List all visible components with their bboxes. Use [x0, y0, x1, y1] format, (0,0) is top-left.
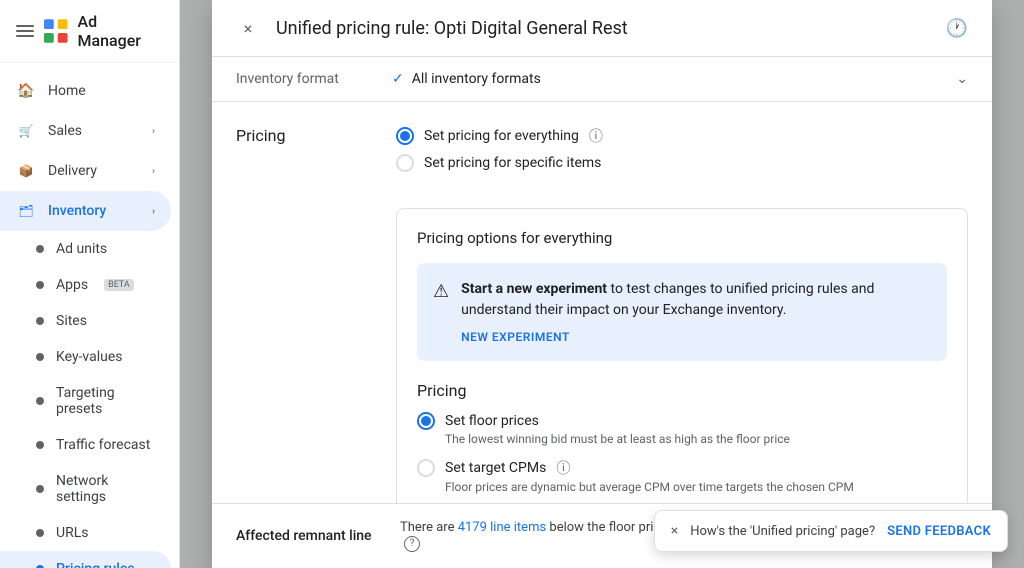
warning-icon: ⚠: [433, 281, 449, 302]
pricing-type-radio-group: Set pricing for everything ⓘ Set pricing…: [396, 126, 603, 172]
new-experiment-link[interactable]: NEW EXPERIMENT: [461, 330, 570, 344]
radio-desc-cpms: Floor prices are dynamic but average CPM…: [445, 480, 947, 494]
sales-icon: 🛒: [16, 121, 36, 141]
app-name: Ad Manager: [78, 12, 164, 50]
content-area: × Unified pricing rule: Opti Digital Gen…: [180, 0, 1024, 568]
experiment-description: Start a new experiment to test changes t…: [461, 279, 931, 321]
sidebar-item-targeting-presets[interactable]: Targeting presets: [0, 375, 171, 427]
toast-close-button[interactable]: ×: [671, 523, 678, 539]
radio-label-cpms: Set target CPMs: [445, 460, 546, 476]
radio-floor-prices: Set floor prices The lowest winning bid …: [417, 412, 947, 446]
radio-label-floor: Set floor prices: [445, 413, 539, 429]
sidebar-item-pricing-rules[interactable]: Pricing rules: [0, 551, 171, 568]
dot-icon: [36, 317, 44, 325]
dialog-header: × Unified pricing rule: Opti Digital Gen…: [212, 0, 992, 57]
home-icon: 🏠: [16, 81, 36, 101]
chevron-down-icon: ⌄: [956, 71, 968, 87]
beta-badge: BETA: [104, 279, 134, 291]
hamburger-menu[interactable]: [16, 25, 34, 37]
sidebar: Ad Manager 🏠 Home 🛒 Sales › 📦 Delivery ›…: [0, 0, 180, 568]
sidebar-item-sales[interactable]: 🛒 Sales ›: [0, 111, 171, 151]
sidebar-item-urls[interactable]: URLs: [0, 515, 171, 551]
pricing-card-title: Pricing options for everything: [417, 229, 947, 247]
radio-circle-everything: [396, 127, 414, 145]
line-items-link[interactable]: 4179 line items: [458, 520, 547, 535]
history-icon[interactable]: 🕐: [946, 18, 968, 39]
dot-icon: [36, 529, 44, 537]
radio-desc-floor: The lowest winning bid must be at least …: [445, 432, 947, 446]
toast-text: How's the 'Unified pricing' page?: [690, 524, 875, 539]
radio-inner-floor: [421, 416, 431, 426]
sidebar-header: Ad Manager: [0, 0, 179, 63]
inner-pricing-radio-group: Set floor prices The lowest winning bid …: [417, 412, 947, 503]
radio-set-everything[interactable]: Set pricing for everything ⓘ: [396, 126, 603, 146]
experiment-text: Start a new experiment to test changes t…: [461, 279, 931, 345]
inventory-format-label: Inventory format: [236, 71, 376, 87]
sidebar-item-delivery[interactable]: 📦 Delivery ›: [0, 151, 171, 191]
footer-section-label: Affected remnant line: [236, 528, 376, 544]
inner-pricing-label: Pricing: [417, 381, 947, 400]
logo: [42, 17, 70, 45]
pricing-section-label: Pricing: [236, 126, 376, 192]
dot-icon: [36, 281, 44, 289]
radio-circle-cpms: [417, 459, 435, 477]
sidebar-item-apps[interactable]: Apps BETA: [0, 267, 171, 303]
dot-icon: [36, 397, 44, 405]
dialog-close-button[interactable]: ×: [236, 16, 260, 40]
chevron-right-icon: ›: [152, 166, 155, 177]
delivery-icon: 📦: [16, 161, 36, 181]
sidebar-item-home[interactable]: 🏠 Home: [0, 71, 171, 111]
dialog-body: Inventory format ✓ All inventory formats…: [212, 57, 992, 503]
radio-inner: [400, 131, 410, 141]
sidebar-nav: 🏠 Home 🛒 Sales › 📦 Delivery › 🗂 Inventor…: [0, 63, 179, 568]
chevron-right-icon: ›: [152, 126, 155, 137]
dialog-box: × Unified pricing rule: Opti Digital Gen…: [212, 0, 992, 568]
help-icon-cpms[interactable]: ⓘ: [556, 458, 570, 478]
inventory-format-bar: Inventory format ✓ All inventory formats…: [212, 57, 992, 102]
radio-circle-specific: [396, 154, 414, 172]
radio-target-cpms: Set target CPMs ⓘ Floor prices are dynam…: [417, 458, 947, 494]
format-text: All inventory formats: [412, 71, 541, 87]
radio-set-specific[interactable]: Set pricing for specific items: [396, 154, 603, 172]
radio-label-specific: Set pricing for specific items: [424, 155, 601, 171]
chevron-right-icon: ›: [152, 206, 155, 217]
pricing-card: Pricing options for everything ⚠ Start a…: [396, 208, 968, 503]
experiment-banner: ⚠ Start a new experiment to test changes…: [417, 263, 947, 361]
sidebar-item-key-values[interactable]: Key-values: [0, 339, 171, 375]
sidebar-item-ad-units[interactable]: Ad units: [0, 231, 171, 267]
footer-info-text: There are: [400, 520, 458, 535]
dot-icon: [36, 353, 44, 361]
pricing-section: Pricing Set pricing for everything ⓘ: [212, 102, 992, 503]
send-feedback-link[interactable]: SEND FEEDBACK: [887, 524, 991, 539]
main-content: × Unified pricing rule: Opti Digital Gen…: [180, 0, 1024, 568]
radio-circle-floor: [417, 412, 435, 430]
help-icon-everything[interactable]: ⓘ: [589, 126, 603, 146]
dialog-title: Unified pricing rule: Opti Digital Gener…: [276, 18, 930, 39]
check-icon: ✓: [392, 71, 404, 87]
sidebar-item-network-settings[interactable]: Network settings: [0, 463, 171, 515]
sidebar-item-sites[interactable]: Sites: [0, 303, 171, 339]
radio-label-everything: Set pricing for everything: [424, 128, 579, 144]
dot-icon: [36, 485, 44, 493]
dot-icon: [36, 441, 44, 449]
sidebar-item-traffic-forecast[interactable]: Traffic forecast: [0, 427, 171, 463]
experiment-bold: Start a new experiment: [461, 281, 607, 297]
dialog-overlay: × Unified pricing rule: Opti Digital Gen…: [180, 0, 1024, 568]
dot-icon: [36, 245, 44, 253]
inventory-format-value[interactable]: ✓ All inventory formats ⌄: [392, 71, 968, 87]
feedback-toast: × How's the 'Unified pricing' page? SEND…: [654, 510, 1008, 552]
sidebar-item-inventory[interactable]: 🗂 Inventory ›: [0, 191, 171, 231]
inventory-icon: 🗂: [16, 201, 36, 221]
help-circle-icon[interactable]: ?: [404, 536, 420, 552]
